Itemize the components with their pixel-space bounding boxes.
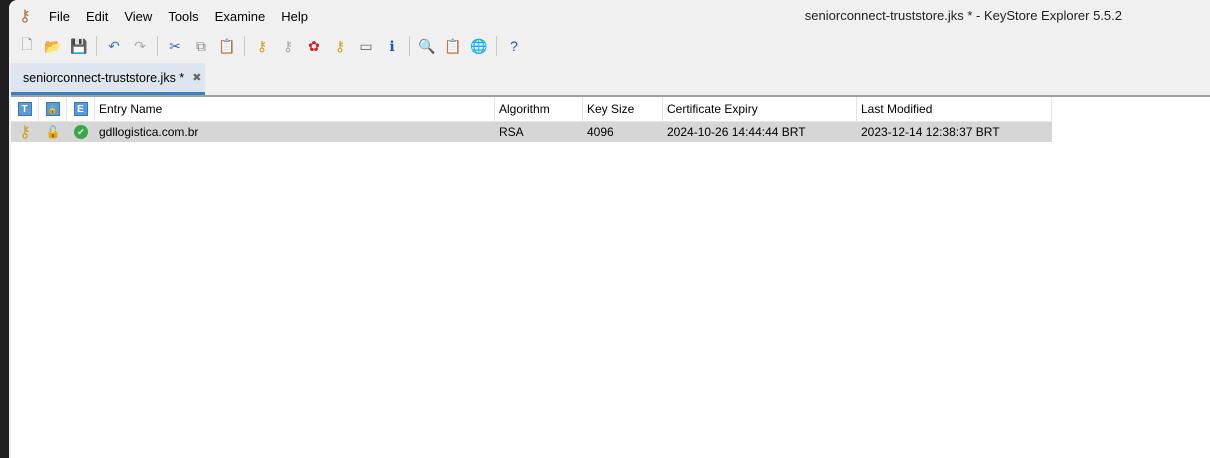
set-password-icon[interactable]: ▭ xyxy=(355,35,377,57)
cut-icon[interactable]: ✂ xyxy=(164,35,186,57)
key-pair-icon: ⚷ xyxy=(19,124,31,141)
tab-label: seniorconnect-truststore.jks * xyxy=(23,70,185,85)
menu-file[interactable]: File xyxy=(49,9,70,24)
close-tab-icon[interactable]: ✖ xyxy=(192,71,201,84)
status-cell: ✔ xyxy=(67,122,95,142)
column-lock[interactable]: 🔒 xyxy=(39,97,67,121)
toolbar-separator xyxy=(496,36,497,56)
keystore-table: T 🔒 E Entry Name Algorithm Key Size Cert… xyxy=(11,95,1210,458)
toolbar-separator xyxy=(96,36,97,56)
toolbar-separator xyxy=(409,36,410,56)
open-folder-icon[interactable]: 📂 xyxy=(42,35,64,57)
examine-ssl-icon[interactable]: 🌐 xyxy=(468,35,490,57)
properties-icon[interactable]: ℹ xyxy=(381,35,403,57)
tab-bar: seniorconnect-truststore.jks * ✖ xyxy=(9,60,1210,96)
generate-secret-key-icon[interactable]: ⚷ xyxy=(277,35,299,57)
type-column-icon: T xyxy=(17,102,32,116)
toolbar-separator xyxy=(157,36,158,56)
column-key-size[interactable]: Key Size xyxy=(583,97,663,121)
menu-tools[interactable]: Tools xyxy=(168,9,198,24)
import-keypair-icon[interactable]: ⚷ xyxy=(329,35,351,57)
lock-column-icon: 🔒 xyxy=(45,102,60,116)
key-size: 4096 xyxy=(587,125,614,139)
last-modified: 2023-12-14 12:38:37 BRT xyxy=(861,125,1000,139)
examine-file-icon[interactable]: 🔍 xyxy=(416,35,438,57)
column-type[interactable]: T xyxy=(11,97,39,121)
table-header: T 🔒 E Entry Name Algorithm Key Size Cert… xyxy=(11,97,1052,122)
menu-examine[interactable]: Examine xyxy=(215,9,266,24)
menu-help[interactable]: Help xyxy=(281,9,308,24)
import-trusted-cert-icon[interactable]: ✿ xyxy=(303,35,325,57)
paste-icon[interactable]: 📋 xyxy=(216,35,238,57)
generate-keypair-icon[interactable]: ⚷ xyxy=(251,35,273,57)
column-entry-name[interactable]: Entry Name xyxy=(95,97,495,121)
table-row[interactable]: ⚷ 🔓 ✔ gdllogistica.com.br RSA 4096 2024-… xyxy=(11,122,1052,142)
menu-view[interactable]: View xyxy=(124,9,152,24)
entry-name: gdllogistica.com.br xyxy=(99,125,199,139)
expiry-column-icon: E xyxy=(73,102,88,116)
undo-icon[interactable]: ↶ xyxy=(103,35,125,57)
app-window: ⚷ File Edit View Tools Examine Help seni… xyxy=(9,0,1210,458)
copy-icon[interactable]: ⧉ xyxy=(190,35,212,57)
help-icon[interactable]: ? xyxy=(503,35,525,57)
save-icon[interactable]: 💾 xyxy=(68,35,90,57)
new-file-icon[interactable]: 🗋 xyxy=(16,35,38,57)
redo-icon[interactable]: ↷ xyxy=(129,35,151,57)
toolbar: 🗋 📂 💾 ↶ ↷ ✂ ⧉ 📋 ⚷ ⚷ ✿ ⚷ ▭ ℹ 🔍 📋 🌐? xyxy=(9,32,1210,60)
toolbar-separator xyxy=(244,36,245,56)
tab-keystore[interactable]: seniorconnect-truststore.jks * ✖ xyxy=(11,63,205,95)
examine-clipboard-icon[interactable]: 📋 xyxy=(442,35,464,57)
column-last-modified[interactable]: Last Modified xyxy=(857,97,1052,121)
unlocked-icon: 🔓 xyxy=(45,125,61,139)
app-logo-icon: ⚷ xyxy=(19,8,31,25)
valid-check-icon: ✔ xyxy=(74,125,88,139)
menu-edit[interactable]: Edit xyxy=(86,9,108,24)
column-algorithm[interactable]: Algorithm xyxy=(495,97,583,121)
column-certificate-expiry[interactable]: Certificate Expiry xyxy=(663,97,857,121)
certificate-expiry: 2024-10-26 14:44:44 BRT xyxy=(667,125,806,139)
menu-bar: ⚷ File Edit View Tools Examine Help seni… xyxy=(9,0,1210,32)
column-expiry-status[interactable]: E xyxy=(67,97,95,121)
algorithm: RSA xyxy=(499,125,524,139)
window-title: seniorconnect-truststore.jks * - KeyStor… xyxy=(804,8,1122,23)
